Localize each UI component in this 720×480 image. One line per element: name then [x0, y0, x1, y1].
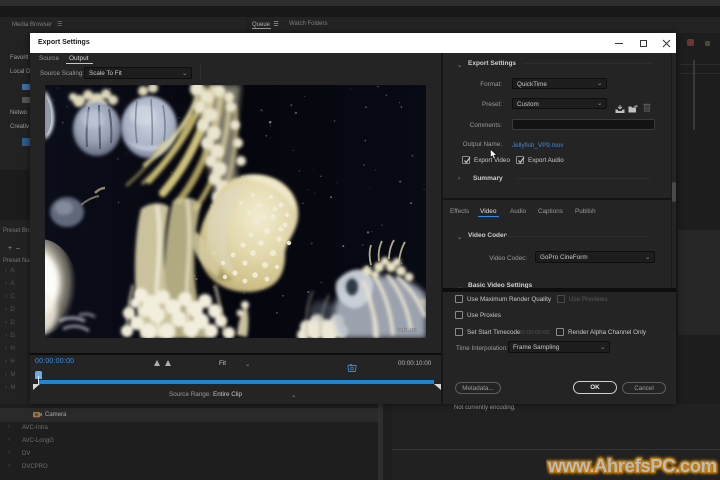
- svg-text:www.AhrefsPC.com: www.AhrefsPC.com: [547, 455, 717, 476]
- svg-text:lish.us: lish.us: [397, 327, 417, 334]
